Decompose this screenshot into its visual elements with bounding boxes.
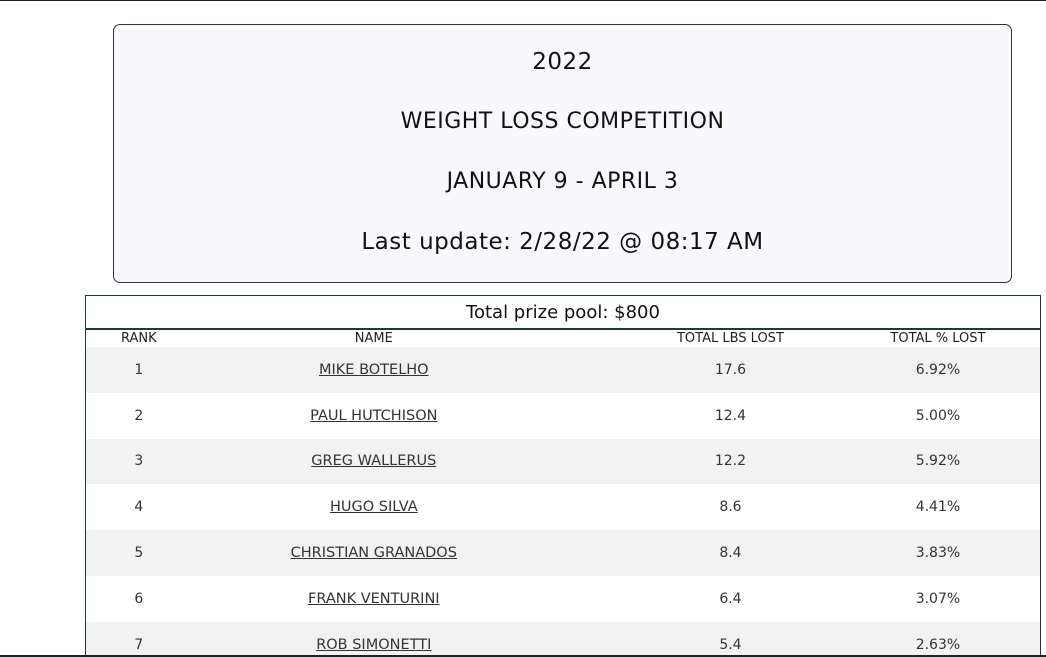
column-header-rank: RANK [120, 331, 157, 346]
competition-title: WEIGHT LOSS COMPETITION [400, 109, 725, 134]
top-divider [0, 0, 1046, 1]
pct-lost-cell: 3.07% [915, 590, 961, 607]
rank-cell: 1 [134, 361, 144, 378]
lbs-lost-cell: 8.6 [719, 499, 742, 516]
lbs-lost-cell: 6.4 [719, 590, 742, 607]
participant-name-link[interactable]: FRANK VENTURINI [308, 591, 440, 607]
pct-lost-cell: 6.92% [915, 361, 961, 378]
table-row: 6 FRANK VENTURINI 6.4 3.07% [86, 576, 1040, 622]
column-header-name: NAME [354, 331, 393, 346]
name-cell: MIKE BOTELHO [192, 362, 556, 378]
name-cell: GREG WALLERUS [192, 453, 556, 469]
rank-cell: 7 [134, 636, 144, 653]
last-update-text: Last update: 2/28/22 @ 08:17 AM [361, 229, 764, 255]
prize-pool-label: Total prize pool: $800 [86, 296, 1040, 330]
table-header-row: RANK NAME TOTAL LBS LOST TOTAL % LOST [86, 330, 1040, 347]
leaderboard-table: Total prize pool: $800 RANK NAME TOTAL L… [85, 295, 1041, 657]
lbs-lost-cell: 5.4 [719, 636, 742, 653]
table-row: 3 GREG WALLERUS 12.2 5.92% [86, 438, 1040, 485]
participant-name-link[interactable]: PAUL HUTCHISON [310, 408, 437, 424]
participant-name-link[interactable]: CHRISTIAN GRANADOS [291, 545, 457, 561]
name-cell: HUGO SILVA [192, 499, 556, 515]
name-cell: PAUL HUTCHISON [192, 408, 556, 424]
pct-lost-cell: 5.00% [915, 407, 961, 424]
column-header-total-lbs-lost: TOTAL LBS LOST [676, 331, 784, 346]
table-row: 1 MIKE BOTELHO 17.6 6.92% [86, 347, 1040, 393]
competition-year: 2022 [532, 49, 593, 75]
lbs-lost-cell: 17.6 [714, 361, 747, 378]
name-cell: CHRISTIAN GRANADOS [192, 545, 556, 561]
pct-lost-cell: 3.83% [915, 545, 961, 562]
rank-cell: 2 [134, 407, 144, 424]
participant-name-link[interactable]: MIKE BOTELHO [319, 362, 429, 378]
name-cell: FRANK VENTURINI [192, 591, 556, 607]
lbs-lost-cell: 8.4 [719, 545, 742, 562]
competition-dates: JANUARY 9 - APRIL 3 [446, 169, 679, 194]
table-row: 7 ROB SIMONETTI 5.4 2.63% [86, 621, 1040, 657]
rank-cell: 4 [134, 499, 144, 516]
table-row: 4 HUGO SILVA 8.6 4.41% [86, 484, 1040, 530]
lbs-lost-cell: 12.2 [714, 453, 747, 470]
pct-lost-cell: 2.63% [915, 636, 961, 653]
rank-cell: 6 [134, 590, 144, 607]
column-header-total-pct-lost: TOTAL % LOST [890, 331, 986, 346]
participant-name-link[interactable]: HUGO SILVA [330, 499, 418, 515]
lbs-lost-cell: 12.4 [714, 407, 747, 424]
table-row: 2 PAUL HUTCHISON 12.4 5.00% [86, 393, 1040, 439]
table-row: 5 CHRISTIAN GRANADOS 8.4 3.83% [86, 530, 1040, 576]
competition-header-card: 2022 WEIGHT LOSS COMPETITION JANUARY 9 -… [113, 24, 1012, 283]
participant-name-link[interactable]: ROB SIMONETTI [316, 637, 431, 653]
participant-name-link[interactable]: GREG WALLERUS [311, 453, 436, 469]
rank-cell: 3 [134, 453, 144, 470]
name-cell: ROB SIMONETTI [192, 637, 556, 653]
rank-cell: 5 [134, 545, 144, 562]
pct-lost-cell: 5.92% [915, 453, 961, 470]
pct-lost-cell: 4.41% [915, 499, 961, 516]
